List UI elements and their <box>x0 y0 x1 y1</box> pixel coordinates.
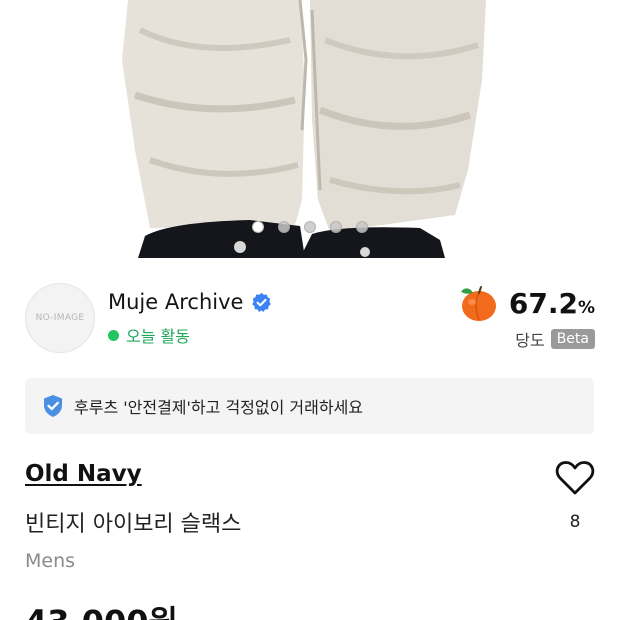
score-value: 67.2% <box>509 287 595 320</box>
verified-badge-icon <box>252 292 272 312</box>
peach-icon <box>460 286 496 321</box>
score-label: 당도 <box>515 331 545 350</box>
brand-link[interactable]: Old Navy <box>25 461 142 487</box>
product-image[interactable] <box>0 0 620 258</box>
seller-avatar[interactable]: NO-IMAGE <box>25 283 95 353</box>
score-label-row: 당도 Beta <box>515 327 595 351</box>
seller-activity: 오늘 활동 <box>108 323 190 347</box>
pagination-dot[interactable] <box>304 221 316 233</box>
product-category: Mens <box>25 550 76 572</box>
pagination-dot[interactable] <box>330 221 342 233</box>
like-button[interactable] <box>555 460 595 500</box>
like-count: 8 <box>569 512 581 532</box>
avatar-placeholder-text: NO-IMAGE <box>35 313 85 323</box>
shield-check-icon <box>44 395 62 417</box>
product-title: 빈티지 아이보리 슬랙스 <box>25 512 242 537</box>
seller-name[interactable]: Muje Archive <box>108 290 243 314</box>
banner-text: 후루츠 '안전결제'하고 걱정없이 거래하세요 <box>74 398 364 417</box>
image-pagination <box>0 221 620 233</box>
score-unit: % <box>577 297 595 318</box>
safe-payment-banner[interactable]: 후루츠 '안전결제'하고 걱정없이 거래하세요 <box>25 378 594 434</box>
pagination-dot[interactable] <box>278 221 290 233</box>
product-photo <box>122 0 486 258</box>
heart-icon <box>555 461 595 495</box>
product-price: 43,000원 <box>25 597 178 620</box>
activity-text: 오늘 활동 <box>126 327 190 346</box>
beta-badge: Beta <box>550 329 595 349</box>
pagination-dot[interactable] <box>356 221 368 233</box>
pagination-dot[interactable] <box>252 221 264 233</box>
online-status-dot <box>108 329 119 341</box>
sweetness-score[interactable]: 67.2% <box>459 284 595 322</box>
score-number: 67.2 <box>508 286 578 320</box>
seller-name-row[interactable]: Muje Archive <box>108 290 272 314</box>
